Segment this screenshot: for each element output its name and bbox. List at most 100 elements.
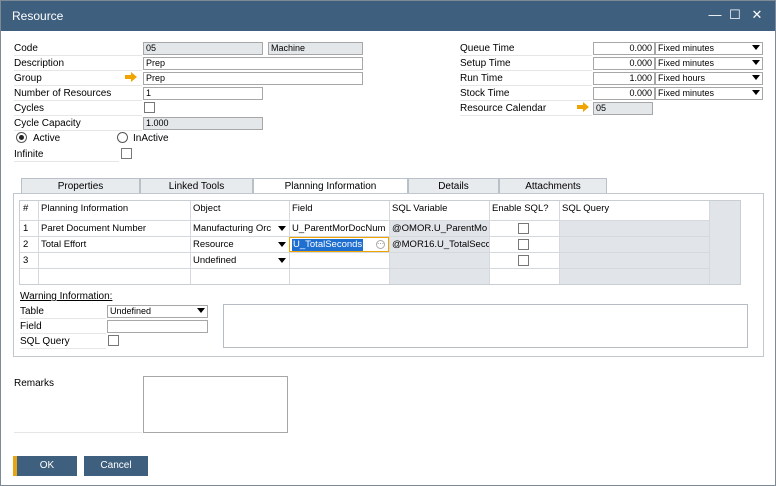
- run-time-unit: Fixed hours: [658, 73, 706, 83]
- description-field[interactable]: Prep: [143, 57, 363, 70]
- warning-sql-query-checkbox[interactable]: [108, 335, 119, 346]
- planning-grid: # Planning Information Object Field SQL …: [19, 200, 741, 285]
- stock-time-field[interactable]: 0.000: [593, 87, 655, 100]
- link-arrow-icon[interactable]: [577, 102, 589, 112]
- warning-information-title: Warning Information:: [20, 291, 113, 302]
- grid-line: [489, 201, 490, 284]
- warning-table-dropdown[interactable]: Undefined: [107, 305, 208, 318]
- remarks-textarea[interactable]: [143, 376, 288, 433]
- infinite-checkbox[interactable]: [121, 148, 132, 159]
- cycles-label: Cycles: [14, 103, 45, 114]
- window-title: Resource: [12, 9, 64, 23]
- maximize-icon[interactable]: ☐: [727, 7, 743, 23]
- chevron-down-icon: [752, 90, 760, 95]
- divider: [20, 333, 106, 334]
- divider: [460, 70, 592, 71]
- ok-button[interactable]: OK: [13, 456, 77, 476]
- queue-time-field[interactable]: 0.000: [593, 42, 655, 55]
- description-label: Description: [14, 58, 65, 69]
- cycle-capacity-field[interactable]: 1.000: [143, 117, 263, 130]
- object-cell[interactable]: Undefined: [190, 253, 279, 269]
- enable-sql-checkbox[interactable]: [518, 239, 529, 250]
- warning-sql-query-textarea[interactable]: [223, 304, 748, 348]
- divider: [460, 55, 592, 56]
- remarks-label: Remarks: [14, 378, 55, 389]
- active-radio[interactable]: [16, 132, 27, 143]
- divider: [460, 100, 592, 101]
- chevron-down-icon[interactable]: [278, 258, 286, 263]
- grid-header-planning-information: Planning Information: [41, 203, 129, 214]
- link-arrow-icon[interactable]: [125, 72, 137, 82]
- queue-time-unit: Fixed minutes: [658, 43, 715, 53]
- active-label: Active: [33, 133, 61, 144]
- field-cell[interactable]: U_ParentMorDocNum: [289, 221, 389, 237]
- grid-header-field: Field: [292, 203, 313, 214]
- tab-details[interactable]: Details: [408, 178, 499, 194]
- inactive-radio[interactable]: [117, 132, 128, 143]
- grid-line: [559, 201, 560, 284]
- grid-line: [20, 268, 709, 269]
- resource-calendar-field[interactable]: 05: [593, 102, 653, 115]
- stock-time-label: Stock Time: [460, 88, 510, 99]
- tab-properties[interactable]: Properties: [21, 178, 140, 194]
- resource-window: Resource — ☐ ✕ Code 05 Machine Descripti…: [0, 0, 776, 486]
- resource-type-field[interactable]: Machine: [268, 42, 363, 55]
- grid-empty-area: [709, 201, 740, 284]
- planning-info-cell[interactable]: Paret Document Number: [38, 221, 190, 237]
- warning-table-label: Table: [20, 306, 44, 317]
- warning-sql-query-label: SQL Query: [20, 336, 70, 347]
- divider: [14, 55, 142, 56]
- grid-header-number: #: [23, 203, 29, 214]
- setup-time-label: Setup Time: [460, 58, 511, 69]
- chevron-down-icon: [197, 308, 205, 313]
- divider: [20, 348, 106, 349]
- close-icon[interactable]: ✕: [749, 7, 765, 23]
- number-of-resources-label: Number of Resources: [14, 88, 112, 99]
- minimize-icon[interactable]: —: [707, 7, 723, 23]
- grid-header-sql-query: SQL Query: [562, 203, 610, 214]
- object-cell[interactable]: Resource: [190, 237, 279, 253]
- cancel-button[interactable]: Cancel: [84, 456, 148, 476]
- code-label: Code: [14, 43, 38, 54]
- queue-time-unit-dropdown[interactable]: Fixed minutes: [655, 42, 763, 55]
- object-cell[interactable]: Manufacturing Orc: [190, 221, 279, 237]
- planning-info-cell[interactable]: Total Effort: [38, 237, 190, 253]
- field-cell-selected-text[interactable]: U_TotalSeconds: [292, 239, 364, 251]
- warning-field-label: Field: [20, 321, 42, 332]
- stock-time-unit: Fixed minutes: [658, 88, 715, 98]
- grid-line: [709, 201, 710, 284]
- divider: [14, 161, 119, 162]
- resource-calendar-label: Resource Calendar: [460, 103, 547, 114]
- field-cell-editor[interactable]: U_TotalSeconds ⋯: [289, 237, 389, 252]
- cycles-checkbox[interactable]: [144, 102, 155, 113]
- chevron-down-icon[interactable]: [278, 226, 286, 231]
- queue-time-label: Queue Time: [460, 43, 515, 54]
- row-number[interactable]: 2: [20, 237, 38, 253]
- run-time-field[interactable]: 1.000: [593, 72, 655, 85]
- tab-attachments[interactable]: Attachments: [499, 178, 607, 194]
- warning-field-input[interactable]: [107, 320, 208, 333]
- sql-variable-cell: @MOR16.U_TotalSeco: [392, 239, 489, 250]
- title-bar[interactable]: Resource — ☐ ✕: [1, 1, 775, 31]
- setup-time-unit-dropdown[interactable]: Fixed minutes: [655, 57, 763, 70]
- grid-header-enable-sql: Enable SQL?: [492, 203, 549, 214]
- number-of-resources-field[interactable]: 1: [143, 87, 263, 100]
- row-number[interactable]: 1: [20, 221, 38, 237]
- run-time-label: Run Time: [460, 73, 503, 84]
- tab-linked-tools[interactable]: Linked Tools: [140, 178, 253, 194]
- infinite-label: Infinite: [14, 149, 44, 160]
- warning-table-value: Undefined: [110, 306, 152, 316]
- enable-sql-checkbox[interactable]: [518, 255, 529, 266]
- chevron-down-icon[interactable]: [278, 242, 286, 247]
- run-time-unit-dropdown[interactable]: Fixed hours: [655, 72, 763, 85]
- code-field[interactable]: 05: [143, 42, 263, 55]
- chevron-down-icon: [752, 45, 760, 50]
- setup-time-field[interactable]: 0.000: [593, 57, 655, 70]
- stock-time-unit-dropdown[interactable]: Fixed minutes: [655, 87, 763, 100]
- group-field[interactable]: Prep: [143, 72, 363, 85]
- more-options-icon[interactable]: ⋯: [376, 240, 385, 249]
- row-number[interactable]: 3: [20, 253, 38, 269]
- enable-sql-checkbox[interactable]: [518, 223, 529, 234]
- grid-header-object: Object: [193, 203, 221, 214]
- chevron-down-icon: [752, 75, 760, 80]
